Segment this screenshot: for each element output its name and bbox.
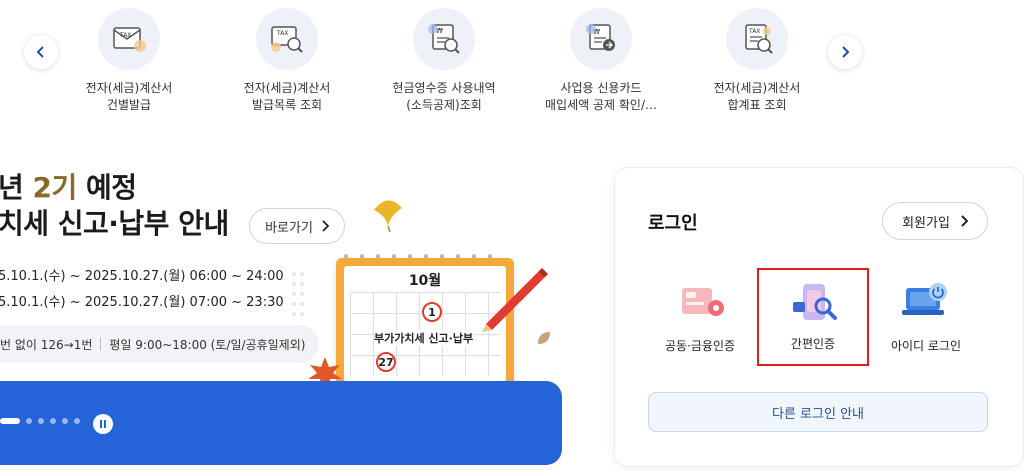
pause-button[interactable] bbox=[93, 414, 113, 434]
slide-dot[interactable] bbox=[62, 418, 68, 424]
quick-item-tax-invoice-issue[interactable]: TAX 전자(세금)계산서 건별발급 bbox=[64, 8, 194, 114]
chevron-right-icon bbox=[961, 215, 968, 227]
quick-item-business-card[interactable]: ₩ 사업용 신용카드 매입세액 공제 확인/… bbox=[536, 8, 666, 114]
divider bbox=[100, 338, 102, 350]
ginkgo-leaf-icon bbox=[374, 200, 402, 232]
dot-pattern bbox=[292, 272, 304, 316]
quick-item-tax-invoice-summary[interactable]: TAX 전자(세금)계산서 합계표 조회 bbox=[692, 8, 822, 114]
join-button-label: 회원가입 bbox=[902, 215, 950, 231]
slide-dot[interactable] bbox=[74, 418, 80, 424]
hours-info: 평일 9:00~18:00 (토/일/공휴일제외) bbox=[109, 337, 306, 352]
quick-label: 전자(세금)계산서 발급목록 조회 bbox=[243, 81, 331, 112]
login-option-label: 아이디 로그인 bbox=[890, 339, 962, 353]
svg-text:TAX: TAX bbox=[119, 32, 131, 39]
prev-arrow-button[interactable] bbox=[24, 35, 58, 69]
id-login-icon bbox=[902, 283, 947, 315]
tax-invoice-icon: TAX bbox=[98, 8, 160, 70]
goto-button-label: 바로가기 bbox=[265, 220, 313, 236]
slide-dot[interactable] bbox=[26, 418, 32, 424]
quick-item-tax-invoice-list[interactable]: TAX 전자(세금)계산서 발급목록 조회 bbox=[222, 8, 352, 114]
slide-indicators bbox=[0, 418, 80, 424]
calendar-day-end: 27 bbox=[376, 352, 396, 372]
chevron-right-icon bbox=[322, 220, 329, 232]
svg-text:TAX: TAX bbox=[748, 28, 760, 35]
slide-dot[interactable] bbox=[38, 418, 44, 424]
quick-label: 사업용 신용카드 매입세액 공제 확인/… bbox=[545, 81, 657, 112]
pencil-icon bbox=[482, 268, 548, 332]
chevron-right-icon bbox=[842, 46, 850, 58]
info-pill: 번 없이 126→1번 평일 9:00~18:00 (토/일/공휴일제외) bbox=[0, 325, 320, 363]
tax-invoice-search-icon: TAX bbox=[256, 8, 318, 70]
leaf-icon bbox=[538, 332, 550, 344]
other-login-label: 다른 로그인 안내 bbox=[772, 406, 864, 422]
svg-text:TAX: TAX bbox=[276, 30, 288, 37]
login-option-label: 간편인증 bbox=[790, 337, 836, 351]
business-card-receipt-icon: ₩ bbox=[570, 8, 632, 70]
join-button[interactable]: 회원가입 bbox=[882, 202, 988, 240]
quick-label: 전자(세금)계산서 건별발급 bbox=[85, 81, 173, 112]
certificate-icon bbox=[682, 288, 724, 316]
schedule-line-2: 5.10.1.(수) ~ 2025.10.27.(월) 07:00 ~ 23:3… bbox=[0, 295, 284, 310]
schedule-line-1: 5.10.1.(수) ~ 2025.10.27.(월) 06:00 ~ 24:0… bbox=[0, 269, 284, 284]
login-title: 로그인 bbox=[648, 213, 698, 234]
cash-receipt-search-icon: ₩ bbox=[413, 8, 475, 70]
tax-invoice-summary-icon: TAX bbox=[726, 8, 788, 70]
goto-button[interactable]: 바로가기 bbox=[249, 208, 345, 244]
login-option-label: 공동·금융인증 bbox=[664, 339, 736, 353]
quick-label: 현금영수증 사용내역 (소득공제)조회 bbox=[392, 81, 496, 112]
quick-item-cash-receipt[interactable]: ₩ 현금영수증 사용내역 (소득공제)조회 bbox=[379, 8, 509, 114]
other-login-button[interactable]: 다른 로그인 안내 bbox=[648, 392, 988, 432]
login-option-simple-auth[interactable]: 간편인증 bbox=[757, 268, 869, 366]
login-option-id-login[interactable]: 아이디 로그인 bbox=[870, 268, 982, 366]
phone-info: 번 없이 126→1번 bbox=[0, 337, 93, 352]
calendar-tag: 부가가치세 신고·납부 bbox=[374, 330, 474, 346]
chevron-left-icon bbox=[36, 46, 44, 58]
next-arrow-button[interactable] bbox=[828, 35, 862, 69]
quick-label: 전자(세금)계산서 합계표 조회 bbox=[713, 81, 801, 112]
slide-dot[interactable] bbox=[50, 418, 56, 424]
banner-blue-bar bbox=[0, 381, 562, 465]
calendar-day-start: 1 bbox=[422, 302, 442, 322]
slide-dot-active[interactable] bbox=[0, 418, 20, 424]
login-option-certificate[interactable]: 공동·금융인증 bbox=[644, 268, 756, 366]
simple-auth-icon bbox=[793, 284, 837, 320]
banner-title: 년 2기 예정 치세 신고·납부 안내 bbox=[0, 171, 229, 240]
